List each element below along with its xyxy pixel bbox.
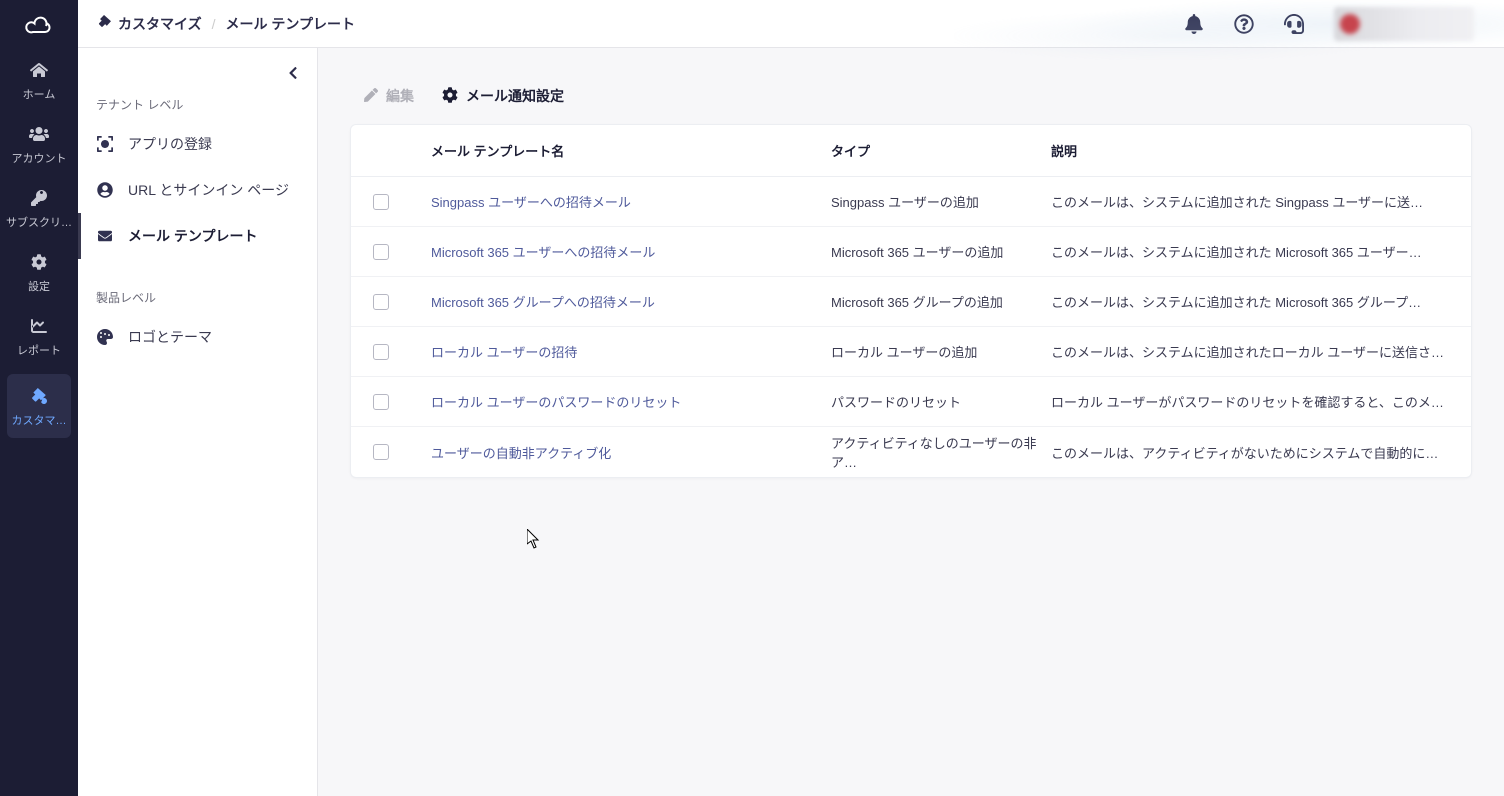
template-desc: ローカル ユーザーがパスワードのリセットを確認すると、このメール… — [1051, 392, 1459, 411]
table-row: Microsoft 365 グループへの招待メール Microsoft 365 … — [351, 277, 1471, 327]
template-desc: このメールは、アクティビティがないためにシステムで自動的に非ア… — [1051, 443, 1459, 462]
nav-item-label: レポート — [17, 342, 61, 358]
template-desc: このメールは、システムに追加されたローカル ユーザーに送信さ… — [1051, 342, 1459, 361]
panel-item-label: URL とサインイン ページ — [128, 180, 289, 200]
panel-collapse-button[interactable] — [287, 66, 299, 83]
users-icon — [29, 126, 49, 145]
app-logo — [0, 0, 78, 48]
template-name-link[interactable]: Microsoft 365 グループへの招待メール — [431, 292, 831, 311]
col-header-name: メール テンプレート名 — [431, 141, 831, 160]
mail-settings-button[interactable]: メール通知設定 — [442, 86, 564, 106]
breadcrumb-separator: / — [212, 16, 216, 32]
nav-item-label: 設定 — [28, 278, 50, 294]
template-type: Singpass ユーザーの追加 — [831, 192, 1051, 211]
template-type: アクティビティなしのユーザーの非ア… — [831, 433, 1051, 471]
nav-item-report[interactable]: レポート — [0, 304, 78, 368]
nav-item-home[interactable]: ホーム — [0, 48, 78, 112]
nav-item-label: サブスクリ… — [6, 214, 72, 230]
table-row: ユーザーの自動非アクティブ化 アクティビティなしのユーザーの非ア… このメールは… — [351, 427, 1471, 477]
chart-icon — [30, 318, 48, 337]
template-desc: このメールは、システムに追加された Singpass ユーザーに送… — [1051, 192, 1459, 211]
template-name-link[interactable]: ユーザーの自動非アクティブ化 — [431, 443, 831, 462]
panel-section-tenant: テナント レベル — [78, 66, 317, 121]
panel-item-mail-template[interactable]: メール テンプレート — [78, 213, 317, 259]
table-row: Singpass ユーザーへの招待メール Singpass ユーザーの追加 この… — [351, 177, 1471, 227]
table-row: Microsoft 365 ユーザーへの招待メール Microsoft 365 … — [351, 227, 1471, 277]
bell-icon[interactable] — [1184, 14, 1204, 34]
edit-button-label: 編集 — [386, 86, 414, 106]
panel-item-label: メール テンプレート — [128, 226, 257, 246]
template-type: Microsoft 365 グループの追加 — [831, 292, 1051, 311]
table-header: メール テンプレート名 タイプ 説明 — [351, 125, 1471, 177]
template-desc: このメールは、システムに追加された Microsoft 365 ユーザー… — [1051, 242, 1459, 261]
key-icon — [31, 190, 47, 209]
table-row: ローカル ユーザーのパスワードのリセット パスワードのリセット ローカル ユーザ… — [351, 377, 1471, 427]
brush-icon — [31, 388, 47, 407]
header-icons — [1184, 7, 1484, 41]
brush-icon — [98, 15, 112, 32]
breadcrumb-parent-label: カスタマイズ — [118, 14, 202, 34]
user-globe-icon — [96, 182, 114, 198]
nav-item-subscription[interactable]: サブスクリ… — [0, 176, 78, 240]
row-checkbox[interactable] — [373, 394, 389, 410]
nav-rail: ホーム アカウント サブスクリ… 設定 レポート カスタマ… — [0, 0, 78, 796]
col-header-type: タイプ — [831, 141, 1051, 160]
edit-button: 編集 — [364, 86, 414, 106]
template-name-link[interactable]: Microsoft 365 ユーザーへの招待メール — [431, 242, 831, 261]
template-desc: このメールは、システムに追加された Microsoft 365 グループ… — [1051, 292, 1459, 311]
template-type: Microsoft 365 ユーザーの追加 — [831, 242, 1051, 261]
table-row: ローカル ユーザーの招待 ローカル ユーザーの追加 このメールは、システムに追加… — [351, 327, 1471, 377]
row-checkbox[interactable] — [373, 194, 389, 210]
template-name-link[interactable]: ローカル ユーザーのパスワードのリセット — [431, 392, 831, 411]
nav-item-settings[interactable]: 設定 — [0, 240, 78, 304]
nav-item-label: カスタマ… — [12, 412, 67, 428]
mail-settings-button-label: メール通知設定 — [466, 86, 564, 106]
template-name-link[interactable]: ローカル ユーザーの招待 — [431, 342, 831, 361]
mail-templates-table: メール テンプレート名 タイプ 説明 Singpass ユーザーへの招待メール … — [350, 124, 1472, 478]
palette-icon — [96, 329, 114, 345]
panel-item-label: ロゴとテーマ — [128, 327, 212, 347]
col-header-desc: 説明 — [1051, 141, 1459, 160]
breadcrumb: カスタマイズ / メール テンプレート — [98, 14, 1184, 34]
help-icon[interactable] — [1234, 14, 1254, 34]
home-icon — [30, 62, 48, 81]
nav-item-customize[interactable]: カスタマ… — [7, 374, 71, 438]
main-content: 編集 メール通知設定 メール テンプレート名 タイプ 説明 Singpass ユ… — [318, 48, 1504, 796]
row-checkbox[interactable] — [373, 294, 389, 310]
top-header: カスタマイズ / メール テンプレート — [78, 0, 1504, 48]
nav-item-account[interactable]: アカウント — [0, 112, 78, 176]
nav-item-label: ホーム — [23, 86, 56, 102]
panel-item-logo-theme[interactable]: ロゴとテーマ — [78, 314, 317, 360]
template-name-link[interactable]: Singpass ユーザーへの招待メール — [431, 192, 831, 211]
mail-icon — [96, 229, 114, 243]
template-type: ローカル ユーザーの追加 — [831, 342, 1051, 361]
app-tile-icon — [96, 136, 114, 152]
template-type: パスワードのリセット — [831, 392, 1051, 411]
row-checkbox[interactable] — [373, 244, 389, 260]
row-checkbox[interactable] — [373, 344, 389, 360]
panel-section-product: 製品レベル — [78, 259, 317, 314]
breadcrumb-current: メール テンプレート — [225, 14, 354, 34]
panel-item-url-signin[interactable]: URL とサインイン ページ — [78, 167, 317, 213]
side-panel: テナント レベル アプリの登録 URL とサインイン ページ メール テンプレー… — [78, 48, 318, 796]
row-checkbox[interactable] — [373, 444, 389, 460]
avatar-dot — [1340, 14, 1360, 34]
breadcrumb-parent[interactable]: カスタマイズ — [98, 14, 202, 34]
panel-item-label: アプリの登録 — [128, 134, 212, 154]
headset-icon[interactable] — [1284, 14, 1304, 34]
nav-item-label: アカウント — [12, 150, 67, 166]
gear-icon — [31, 254, 47, 273]
panel-item-app-registration[interactable]: アプリの登録 — [78, 121, 317, 167]
gear-icon — [442, 87, 458, 106]
toolbar: 編集 メール通知設定 — [334, 72, 1488, 124]
user-avatar[interactable] — [1334, 7, 1474, 41]
pencil-icon — [364, 88, 378, 105]
